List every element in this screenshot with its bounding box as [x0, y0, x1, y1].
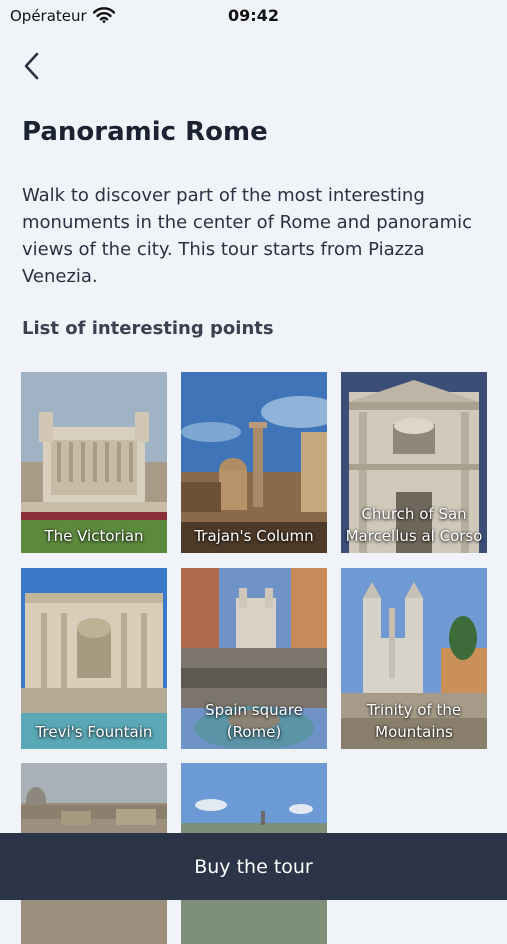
- page-title: Panoramic Rome: [22, 117, 268, 147]
- point-tile-victorian[interactable]: The Victorian: [21, 372, 167, 553]
- status-bar: Opérateur 09:42: [0, 0, 507, 32]
- back-button[interactable]: [16, 48, 48, 84]
- point-tile-san-marcellus[interactable]: Church of San Marcellus al Corso: [341, 372, 487, 553]
- point-tile-trajans-column[interactable]: Trajan's Column: [181, 372, 327, 553]
- point-tile-trevi-fountain[interactable]: Trevi's Fountain: [21, 568, 167, 749]
- point-label: The Victorian: [44, 527, 144, 545]
- point-label: Church of San Marcellus al Corso: [345, 505, 483, 545]
- points-heading: List of interesting points: [22, 318, 274, 339]
- buy-tour-button[interactable]: Buy the tour: [0, 833, 507, 900]
- point-label: Trinity of the Mountains: [366, 701, 462, 741]
- tour-description: Walk to discover part of the most intere…: [22, 185, 472, 287]
- point-tile-trinity-mountains[interactable]: Trinity of the Mountains: [341, 568, 487, 749]
- point-label: Spain square (Rome): [205, 701, 303, 741]
- status-time: 09:42: [228, 6, 279, 25]
- point-label: Trajan's Column: [194, 527, 314, 545]
- point-tile-spain-square[interactable]: Spain square (Rome): [181, 568, 327, 749]
- point-label: Trevi's Fountain: [35, 723, 153, 741]
- buy-tour-label: Buy the tour: [194, 855, 313, 878]
- chevron-left-icon: [24, 52, 39, 80]
